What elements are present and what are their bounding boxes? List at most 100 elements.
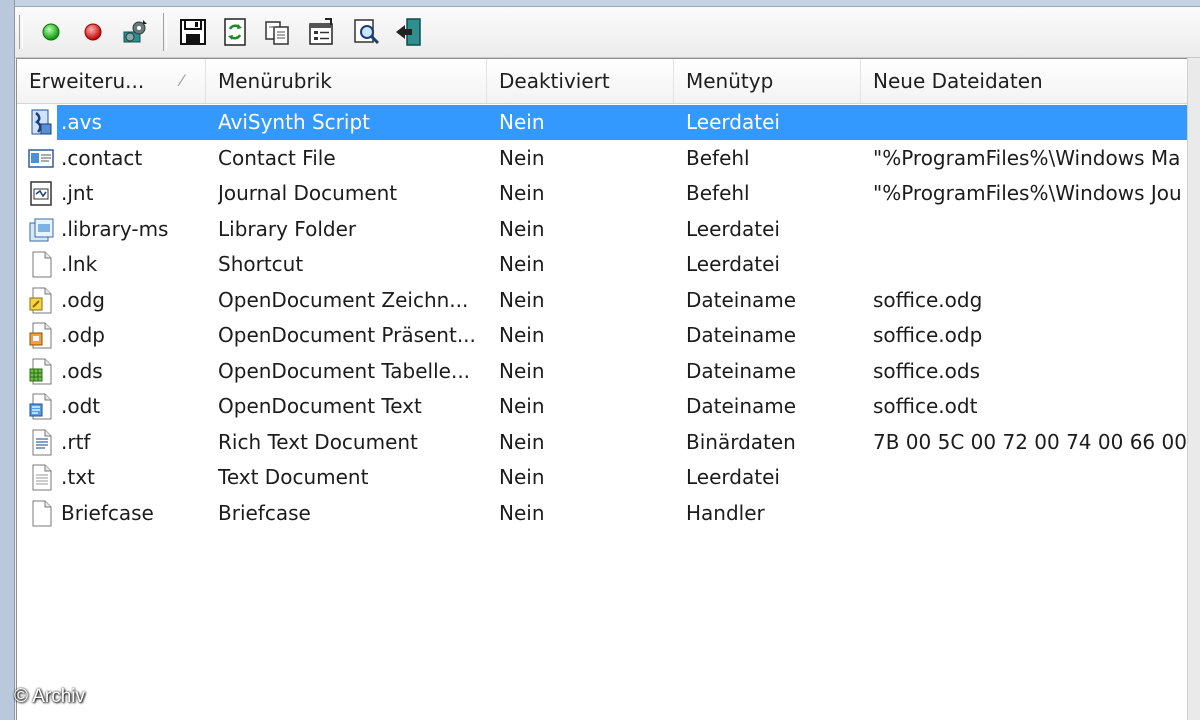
- green-circle-icon: [42, 23, 60, 41]
- cell-type: Dateiname: [686, 323, 797, 347]
- table-row[interactable]: .lnk Shortcut Nein Leerdatei: [17, 247, 1188, 282]
- column-header-label: Deaktiviert: [499, 69, 610, 93]
- cell-type: Dateiname: [686, 358, 797, 383]
- table-row[interactable]: .odp OpenDocument Präsent... Nein Dateiname…: [17, 318, 1188, 353]
- column-header-label: Erweiteru...: [29, 69, 145, 93]
- enable-button[interactable]: [35, 16, 67, 48]
- cell-new-data: [873, 460, 1188, 495]
- cell-disabled: Nein: [499, 252, 545, 276]
- refresh-button[interactable]: [219, 16, 251, 48]
- cell-disabled: Nein: [499, 394, 545, 418]
- cell-extension: Briefcase: [61, 500, 154, 525]
- table-row[interactable]: .library-ms Library Folder Nein Leerdatei: [17, 212, 1188, 247]
- properties-button[interactable]: [305, 16, 337, 48]
- save-button[interactable]: [177, 16, 209, 48]
- cell-extension: .avs: [61, 110, 102, 134]
- title-strip: [15, 0, 1200, 7]
- table-row[interactable]: .txt Text Document Nein Leerdatei: [17, 460, 1188, 495]
- library-icon: [27, 215, 55, 243]
- refresh-icon: [224, 18, 246, 46]
- file-type-list[interactable]: Erweiteru... ⁄ Menürubrik Deaktiviert Me…: [16, 58, 1188, 720]
- cell-extension: .contact: [61, 145, 143, 170]
- cell-disabled: Nein: [499, 181, 545, 205]
- ods-icon: [27, 357, 55, 385]
- cell-disabled: Nein: [499, 110, 545, 134]
- cell-menu: OpenDocument Zeichn...: [218, 287, 469, 312]
- toolbar-separator: [163, 13, 167, 51]
- blank-file-icon: [27, 250, 55, 278]
- table-row[interactable]: Briefcase Briefcase Nein Handler: [17, 496, 1188, 531]
- table-row[interactable]: .contact Contact File Nein Befehl "%ProgramF…: [17, 141, 1188, 176]
- find-icon: [354, 19, 380, 45]
- cell-disabled: Nein: [499, 216, 545, 241]
- cell-new-data: "%ProgramFiles%\Windows Ma: [873, 145, 1181, 170]
- cell-menu: Rich Text Document: [218, 429, 418, 454]
- cell-type: Leerdatei: [686, 252, 780, 276]
- odt-icon: [27, 392, 55, 420]
- cell-disabled: Nein: [499, 465, 545, 489]
- cell-new-data: 7B 00 5C 00 72 00 74 00 66 00 31: [873, 429, 1188, 454]
- cell-disabled: Nein: [499, 429, 545, 454]
- cell-menu: OpenDocument Präsent...: [218, 323, 476, 347]
- column-header-new-data[interactable]: Neue Dateidaten: [861, 59, 1188, 103]
- column-header-label: Neue Dateidaten: [873, 69, 1043, 93]
- cell-type: Befehl: [686, 181, 750, 205]
- text-file-icon: [27, 463, 55, 491]
- odp-icon: [27, 321, 55, 349]
- sort-indicator-icon: ⁄: [180, 71, 183, 90]
- cell-new-data: soffice.odp: [873, 323, 983, 347]
- exit-button[interactable]: [393, 16, 425, 48]
- cell-menu: Library Folder: [218, 216, 357, 241]
- cell-disabled: Nein: [499, 287, 545, 312]
- red-circle-icon: [84, 23, 102, 41]
- disable-button[interactable]: [77, 16, 109, 48]
- copy-icon: [265, 21, 289, 45]
- cell-type: Leerdatei: [686, 216, 780, 241]
- cell-new-data: "%ProgramFiles%\Windows Jou: [873, 181, 1182, 205]
- cell-disabled: Nein: [499, 500, 545, 525]
- list-header: Erweiteru... ⁄ Menürubrik Deaktiviert Me…: [17, 59, 1188, 104]
- avisynth-icon: [27, 108, 55, 136]
- table-row[interactable]: .odg OpenDocument Zeichn... Nein Dateiname s…: [17, 283, 1188, 318]
- find-button[interactable]: [351, 16, 383, 48]
- cell-new-data: [873, 247, 1188, 282]
- column-header-type[interactable]: Menütyp: [674, 59, 861, 103]
- table-row[interactable]: .avs AviSynth Script Nein Leerdatei: [17, 105, 1188, 140]
- cell-extension: .lnk: [61, 252, 98, 276]
- cell-type: Dateiname: [686, 287, 797, 312]
- cell-menu: OpenDocument Tabelle...: [218, 358, 471, 383]
- gears-icon: [123, 20, 147, 43]
- cell-new-data: soffice.ods: [873, 358, 981, 383]
- cell-type: Handler: [686, 500, 765, 525]
- column-header-disabled[interactable]: Deaktiviert: [487, 59, 674, 103]
- cell-extension: .rtf: [61, 429, 91, 454]
- cell-menu: Briefcase: [218, 500, 311, 525]
- odg-icon: [27, 286, 55, 314]
- save-icon: [180, 19, 206, 45]
- journal-icon: [27, 179, 55, 207]
- table-row[interactable]: .jnt Journal Document Nein Befehl "%ProgramF…: [17, 176, 1188, 211]
- cell-disabled: Nein: [499, 323, 545, 347]
- watermark: © Archiv: [14, 686, 86, 707]
- cell-type: Binärdaten: [686, 429, 796, 454]
- column-header-menu[interactable]: Menürubrik: [206, 59, 487, 103]
- cell-menu: Text Document: [218, 465, 369, 489]
- vertical-scrollbar[interactable]: [1187, 58, 1200, 720]
- column-header-extension[interactable]: Erweiteru... ⁄: [17, 59, 206, 103]
- table-row[interactable]: .ods OpenDocument Tabelle... Nein Dateiname…: [17, 354, 1188, 389]
- cell-menu: Contact File: [218, 145, 336, 170]
- table-row[interactable]: .odt OpenDocument Text Nein Dateiname soffic…: [17, 389, 1188, 424]
- settings-button[interactable]: [119, 16, 151, 48]
- copy-button[interactable]: [261, 16, 293, 48]
- column-header-label: Menürubrik: [218, 69, 332, 93]
- cell-extension: .odp: [61, 323, 105, 347]
- blank-file-icon: [27, 499, 55, 527]
- exit-icon: [396, 18, 421, 46]
- toolbar: [15, 7, 1200, 58]
- toolbar-grip[interactable]: [19, 15, 23, 49]
- cell-new-data: soffice.odt: [873, 394, 978, 418]
- cell-menu: Journal Document: [218, 181, 398, 205]
- cell-extension: .library-ms: [61, 216, 169, 241]
- table-row[interactable]: .rtf Rich Text Document Nein Binärdaten 7B 0…: [17, 425, 1188, 460]
- cell-extension: .odg: [61, 287, 105, 312]
